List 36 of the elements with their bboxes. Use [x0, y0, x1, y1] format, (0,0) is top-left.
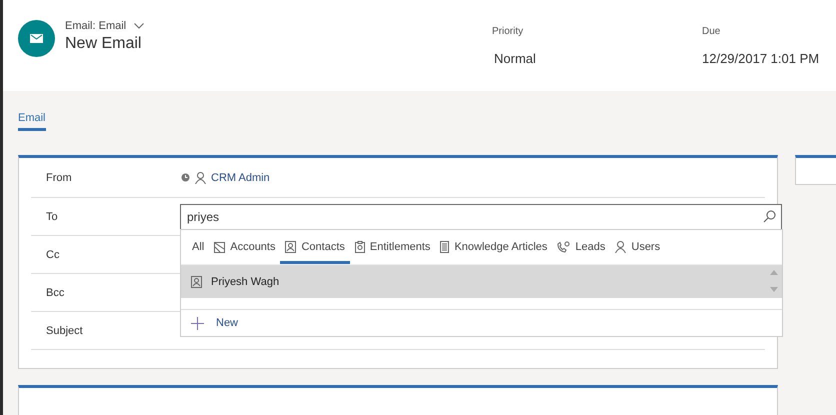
- header-field-label: Due: [702, 26, 722, 37]
- lookup-link[interactable]: CRM Admin: [211, 172, 270, 184]
- email-record-icon: [18, 20, 55, 57]
- filter-tab[interactable]: All: [187, 230, 210, 264]
- contact-card-icon: [285, 241, 296, 253]
- clock-icon: [181, 173, 190, 182]
- person-icon: [195, 172, 206, 184]
- field-label: Cc: [45, 248, 60, 260]
- field-label: Subject: [45, 324, 84, 336]
- result-item[interactable]: Priyesh Wagh: [181, 265, 782, 298]
- header-field-label: Priority: [492, 26, 524, 37]
- plus-icon: [191, 316, 204, 330]
- field-label: Bcc: [45, 286, 66, 298]
- chevron-down-icon[interactable]: [134, 23, 144, 29]
- new-record-button[interactable]: New: [181, 310, 782, 336]
- document-icon: [440, 241, 450, 253]
- clipboard-icon: [354, 241, 365, 253]
- record-title: New Email: [65, 35, 142, 53]
- filter-tab[interactable]: Knowledge Articles: [435, 230, 552, 264]
- filter-tab[interactable]: Users: [610, 230, 666, 264]
- contact-card-icon: [191, 276, 202, 288]
- side-card: [795, 155, 836, 185]
- section-tab[interactable]: Email: [18, 112, 46, 131]
- record-type-label: Email: Email: [65, 20, 126, 32]
- field-label: From: [45, 172, 73, 184]
- search-icon[interactable]: [763, 210, 776, 222]
- lookup-search-field[interactable]: priyes: [180, 204, 782, 230]
- person-icon: [615, 241, 626, 253]
- header-field-value: 12/29/2017 1:01 PM: [702, 51, 820, 66]
- filter-tab[interactable]: Accounts: [209, 230, 280, 264]
- account-icon: [214, 242, 226, 252]
- field-label: To: [45, 210, 59, 222]
- header-field-value: Normal: [494, 51, 537, 66]
- filter-tab[interactable]: Entitlements: [350, 230, 436, 264]
- phone-gear-icon: [557, 241, 570, 253]
- filter-tab[interactable]: Leads: [552, 230, 610, 264]
